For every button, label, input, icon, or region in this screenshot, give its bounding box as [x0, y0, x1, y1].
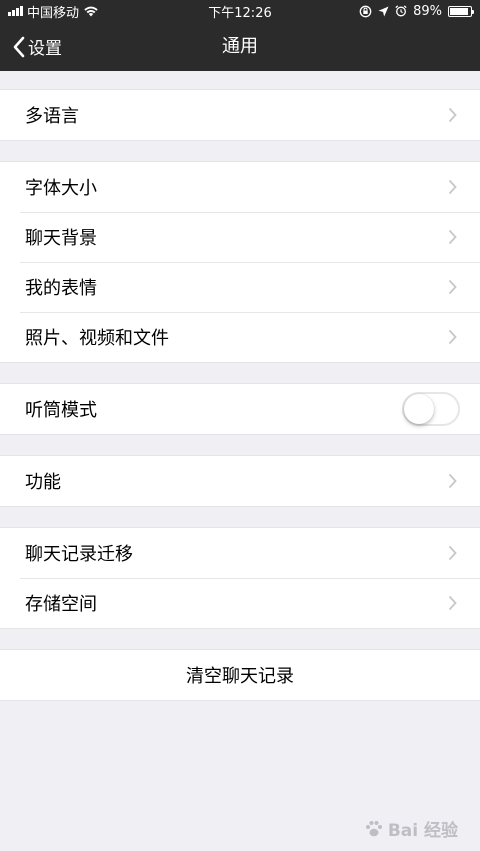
chevron-right-icon: [446, 106, 458, 124]
settings-list: 多语言 字体大小 聊天背景 我的表情 照片、视频和文件 听筒模式 功能 聊天记录…: [0, 71, 480, 701]
chevron-right-icon: [446, 594, 458, 612]
row-font-size[interactable]: 字体大小: [0, 162, 480, 212]
status-right: 89%: [292, 3, 474, 19]
row-label: 字体大小: [25, 178, 97, 199]
settings-group-clear: 清空聊天记录: [0, 649, 480, 701]
settings-group-earpiece: 听筒模式: [0, 383, 480, 435]
toggle-knob: [404, 394, 434, 424]
row-label: 存储空间: [25, 594, 97, 615]
watermark: Bai 经验: [364, 816, 458, 841]
back-button[interactable]: 设置: [12, 22, 62, 71]
row-language[interactable]: 多语言: [0, 90, 480, 140]
row-label: 清空聊天记录: [186, 666, 294, 687]
row-storage-space[interactable]: 存储空间: [0, 578, 480, 628]
row-label: 照片、视频和文件: [25, 328, 169, 349]
page-title: 通用: [222, 36, 258, 57]
chevron-right-icon: [446, 472, 458, 490]
rotation-lock-icon: [359, 5, 372, 17]
settings-group-display: 字体大小 聊天背景 我的表情 照片、视频和文件: [0, 161, 480, 363]
row-features[interactable]: 功能: [0, 456, 480, 506]
row-my-stickers[interactable]: 我的表情: [0, 262, 480, 312]
row-chat-background[interactable]: 聊天背景: [0, 212, 480, 262]
earpiece-mode-toggle[interactable]: [402, 392, 460, 426]
chevron-right-icon: [446, 278, 458, 296]
location-icon: [378, 6, 389, 16]
row-earpiece-mode: 听筒模式: [0, 384, 480, 434]
chevron-right-icon: [446, 328, 458, 346]
wifi-icon: [84, 6, 98, 17]
signal-icon: [8, 6, 23, 16]
row-label: 聊天背景: [25, 228, 97, 249]
row-chat-history-migration[interactable]: 聊天记录迁移: [0, 528, 480, 578]
row-label: 功能: [25, 472, 61, 493]
row-label: 听筒模式: [25, 400, 97, 421]
chevron-right-icon: [446, 178, 458, 196]
navigation-bar: 设置 通用: [0, 22, 480, 71]
battery-icon: [448, 5, 474, 17]
status-time: 下午12:26: [208, 5, 272, 21]
settings-group-features: 功能: [0, 455, 480, 507]
status-bar: 中国移动 下午12:26 89%: [0, 0, 480, 22]
chevron-right-icon: [446, 228, 458, 246]
row-label: 聊天记录迁移: [25, 544, 133, 565]
clear-chat-history-button[interactable]: 清空聊天记录: [0, 650, 480, 700]
chevron-left-icon: [13, 36, 25, 57]
carrier-name: 中国移动: [27, 5, 80, 21]
settings-group-language: 多语言: [0, 89, 480, 141]
watermark-text: Bai 经验: [387, 821, 458, 841]
paw-logo-icon: [365, 820, 382, 836]
row-label: 我的表情: [25, 278, 97, 299]
alarm-icon: [395, 5, 407, 17]
battery-percent: 89%: [413, 3, 442, 19]
battery-fill: [450, 7, 468, 15]
row-label: 多语言: [25, 106, 79, 127]
status-left: 中国移动: [8, 2, 188, 21]
back-label: 设置: [28, 39, 62, 59]
row-photos-videos-files[interactable]: 照片、视频和文件: [0, 312, 480, 362]
settings-group-storage: 聊天记录迁移 存储空间: [0, 527, 480, 629]
chevron-right-icon: [446, 544, 458, 562]
